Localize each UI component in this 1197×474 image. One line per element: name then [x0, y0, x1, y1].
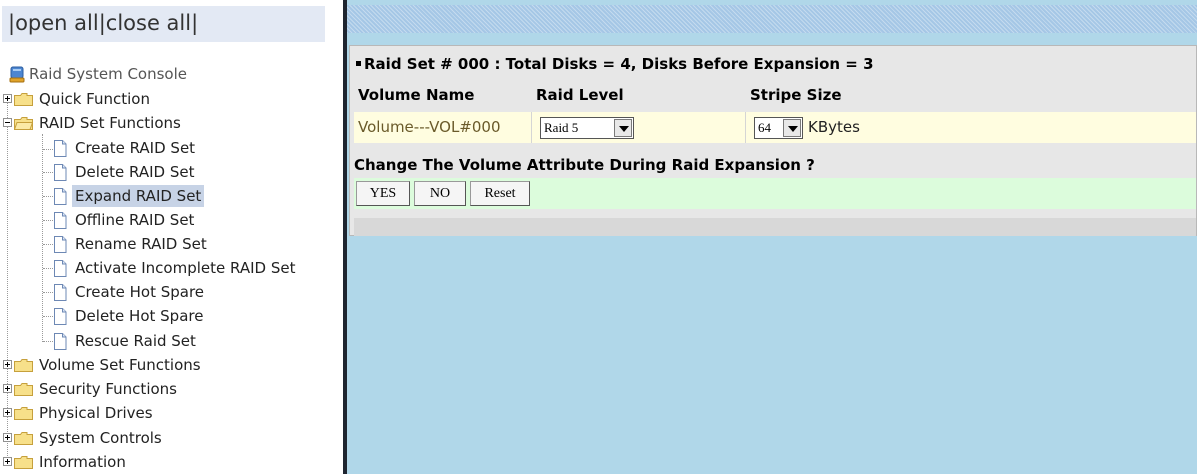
raid-level-select[interactable]: Raid 5: [540, 117, 634, 139]
tree-item-raid-set-functions[interactable]: RAID Set Functions: [0, 112, 330, 134]
tree-item-label: Delete Hot Spare: [75, 307, 204, 325]
stripe-size-value: 64: [758, 120, 771, 135]
main-content: Raid Set # 000 : Total Disks = 4, Disks …: [347, 0, 1197, 474]
collapse-icon[interactable]: [3, 118, 12, 127]
dropdown-arrow-icon[interactable]: [783, 119, 801, 137]
reset-button[interactable]: Reset: [470, 181, 530, 206]
tree-item-quick-function[interactable]: Quick Function: [0, 88, 330, 110]
tree-item-label: Physical Drives: [39, 404, 153, 422]
tree-item-label: Delete RAID Set: [75, 163, 195, 181]
question-row: Change The Volume Attribute During Raid …: [354, 153, 1196, 178]
volume-row: Volume---VOL#000 Raid 5 64 KBytes: [354, 112, 1196, 143]
bullet-icon: [356, 61, 361, 66]
open-all-link[interactable]: open all: [15, 11, 99, 35]
dropdown-arrow-icon[interactable]: [614, 119, 632, 137]
expand-icon[interactable]: [3, 433, 12, 442]
tree-item-information[interactable]: Information: [0, 451, 330, 473]
tree-item-physical-drives[interactable]: Physical Drives: [0, 402, 330, 424]
button-row: YES NO Reset: [354, 178, 1196, 209]
column-header-row: Volume Name Raid Level Stripe Size: [354, 83, 1196, 108]
folder-icon: [14, 407, 33, 420]
tree-connector: [42, 134, 43, 342]
tree-root-label: Raid System Console: [29, 65, 187, 83]
form-title: Raid Set # 000 : Total Disks = 4, Disks …: [364, 55, 874, 73]
column-header-stripe-size: Stripe Size: [750, 86, 842, 104]
page-icon: [54, 140, 67, 157]
header-stripe-bar: [347, 5, 1197, 33]
no-button[interactable]: NO: [414, 181, 466, 206]
navigation-tree: |open all|close all| Raid System Console…: [0, 0, 343, 474]
close-all-link[interactable]: close all: [106, 11, 191, 35]
form-footer-strip: [354, 218, 1196, 236]
folder-icon: [14, 383, 33, 396]
page-icon: [54, 284, 67, 301]
page-icon: [54, 188, 67, 205]
page-icon: [54, 260, 67, 277]
page-icon: [54, 212, 67, 229]
tree-item-label: Volume Set Functions: [39, 356, 201, 374]
expand-icon[interactable]: [3, 360, 12, 369]
tree-item-label: Information: [39, 453, 126, 471]
tree-item-label: RAID Set Functions: [39, 114, 181, 132]
tree-item-label-selected: Expand RAID Set: [72, 185, 205, 207]
tree-item-label: System Controls: [39, 429, 162, 447]
expansion-question: Change The Volume Attribute During Raid …: [354, 156, 815, 174]
tree-item-label: Rescue Raid Set: [75, 332, 196, 350]
expand-icon[interactable]: [3, 408, 12, 417]
tree-item-label: Create Hot Spare: [75, 283, 205, 301]
stripe-size-unit: KBytes: [808, 118, 860, 136]
page-icon: [54, 164, 67, 181]
open-folder-icon: [14, 117, 33, 130]
stripe-size-cell: 64 KBytes: [750, 112, 1197, 143]
folder-icon: [14, 456, 33, 469]
tree-toggle-links: |open all|close all|: [2, 6, 325, 42]
raid-level-value: Raid 5: [544, 120, 579, 135]
tree-item-label: Activate Incomplete RAID Set: [75, 259, 296, 277]
form-title-row: Raid Set # 000 : Total Disks = 4, Disks …: [354, 52, 1196, 77]
page-icon: [54, 308, 67, 325]
folder-icon: [14, 359, 33, 372]
expand-raid-set-form: Raid Set # 000 : Total Disks = 4, Disks …: [349, 45, 1197, 236]
tree-item-label: Offline RAID Set: [75, 211, 195, 229]
folder-icon: [14, 432, 33, 445]
tree-item-system-controls[interactable]: System Controls: [0, 427, 330, 449]
tree-item-label: Security Functions: [39, 380, 177, 398]
page-icon: [54, 333, 67, 350]
column-header-volume-name: Volume Name: [358, 86, 475, 104]
tree-item-security-functions[interactable]: Security Functions: [0, 378, 330, 400]
column-header-raid-level: Raid Level: [536, 86, 624, 104]
volume-name-value: Volume---VOL#000: [358, 112, 532, 143]
tree-item-label: Quick Function: [39, 90, 150, 108]
yes-button[interactable]: YES: [356, 181, 410, 206]
stripe-size-select[interactable]: 64: [754, 117, 803, 139]
tree-item-label: Create RAID Set: [75, 139, 196, 157]
expand-icon[interactable]: [3, 457, 12, 466]
raid-level-cell: Raid 5: [536, 112, 746, 143]
tree-item-volume-set-functions[interactable]: Volume Set Functions: [0, 354, 330, 376]
expand-icon[interactable]: [3, 94, 12, 103]
server-icon: [9, 66, 25, 83]
page-icon: [54, 236, 67, 253]
expand-icon[interactable]: [3, 384, 12, 393]
folder-icon: [14, 93, 33, 106]
tree-item-label: Rename RAID Set: [75, 235, 207, 253]
